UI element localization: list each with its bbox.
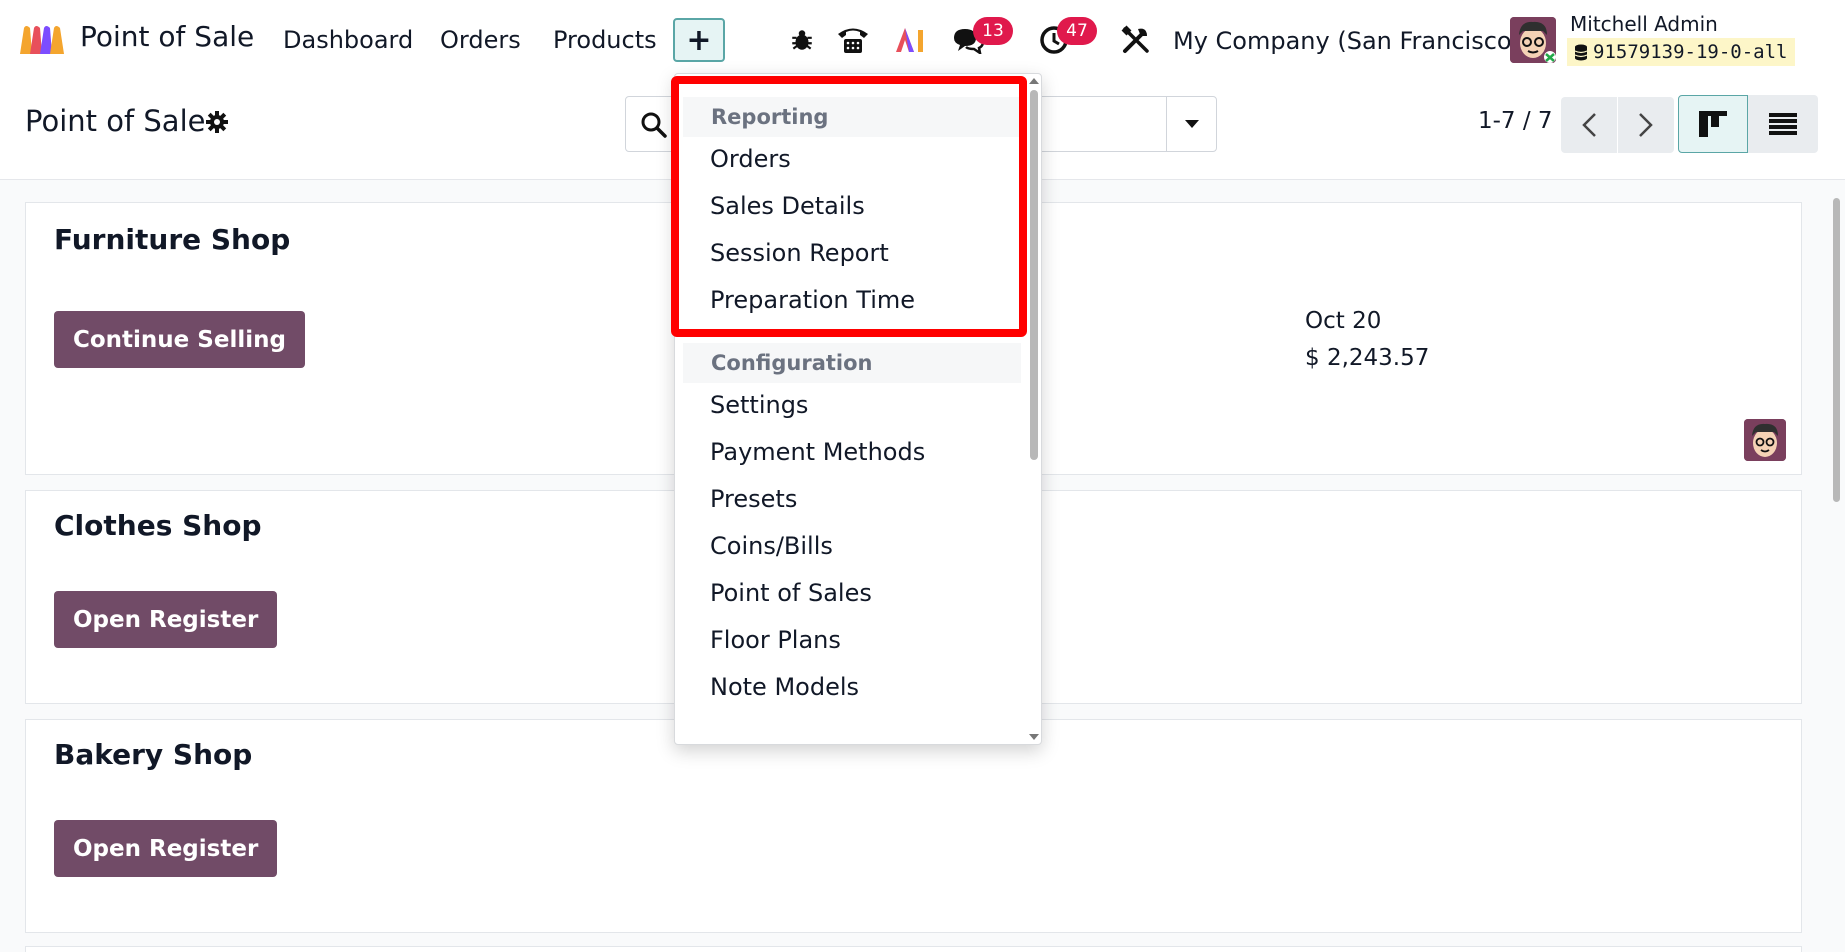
dropdown-scrollbar[interactable] <box>1027 74 1041 744</box>
pager-next-button[interactable] <box>1618 97 1674 153</box>
ai-icon[interactable] <box>893 22 929 58</box>
section-reporting: Reporting <box>683 97 1021 137</box>
gear-icon[interactable] <box>205 110 229 134</box>
database-name: 91579139-19-0-all <box>1567 38 1796 66</box>
list-icon <box>1769 113 1797 135</box>
main-scrollbar[interactable] <box>1830 180 1842 952</box>
menu-item-session-report[interactable]: Session Report <box>710 239 889 267</box>
app-name[interactable]: Point of Sale <box>80 20 254 53</box>
last-session-amount: $ 2,243.57 <box>1305 345 1430 371</box>
activity-badge: 47 <box>1057 17 1097 45</box>
pager-value[interactable]: 1-7 / 7 <box>1478 108 1553 134</box>
caret-down-icon <box>1184 120 1199 128</box>
menu-item-note-models[interactable]: Note Models <box>710 673 859 701</box>
scroll-down-arrow[interactable] <box>1029 734 1039 740</box>
menu-item-payment-methods[interactable]: Payment Methods <box>710 438 925 466</box>
pager-previous-button[interactable] <box>1561 97 1617 153</box>
database-icon <box>1574 44 1588 61</box>
menu-item-orders[interactable]: Orders <box>710 145 791 173</box>
menu-item-settings[interactable]: Settings <box>710 391 808 419</box>
menu-item-floor-plans[interactable]: Floor Plans <box>710 626 841 654</box>
menu-item-preparation-time[interactable]: Preparation Time <box>710 286 915 314</box>
responsible-avatar[interactable] <box>1744 419 1786 461</box>
menu-item-sales-details[interactable]: Sales Details <box>710 192 865 220</box>
user-avatar[interactable] <box>1510 17 1556 63</box>
tools-icon[interactable] <box>1118 22 1154 58</box>
pos-card-next <box>25 946 1802 952</box>
scroll-up-arrow[interactable] <box>1029 78 1039 84</box>
top-navbar: Point of Sale Dashboard Orders Products … <box>0 0 1845 80</box>
open-register-button[interactable]: Open Register <box>54 591 278 648</box>
kanban-view-button[interactable] <box>1678 95 1748 153</box>
menu-orders[interactable]: Orders <box>440 26 521 54</box>
search-options-toggle[interactable] <box>1166 97 1216 151</box>
card-title[interactable]: Clothes Shop <box>54 509 261 542</box>
last-session-date: Oct 20 <box>1305 308 1382 334</box>
list-view-button[interactable] <box>1748 95 1818 153</box>
search-icon <box>641 112 667 138</box>
chevron-right-icon <box>1639 113 1653 137</box>
chevron-left-icon <box>1582 113 1596 137</box>
database-name-text: 91579139-19-0-all <box>1593 41 1788 63</box>
section-configuration: Configuration <box>683 343 1021 383</box>
pos-card-bakery[interactable]: Bakery Shop Open Register <box>25 719 1802 933</box>
open-register-button[interactable]: Open Register <box>54 820 278 877</box>
menu-item-point-of-sales[interactable]: Point of Sales <box>710 579 872 607</box>
menu-dashboard[interactable]: Dashboard <box>283 26 413 54</box>
menu-item-coins-bills[interactable]: Coins/Bills <box>710 532 833 560</box>
kanban-icon <box>1699 111 1727 137</box>
card-title[interactable]: Furniture Shop <box>54 223 290 256</box>
page-title: Point of Sale <box>25 104 206 138</box>
phone-icon[interactable] <box>835 22 871 58</box>
card-title[interactable]: Bakery Shop <box>54 738 252 771</box>
more-menu-dropdown: Reporting Orders Sales Details Session R… <box>674 73 1042 745</box>
menu-item-presets[interactable]: Presets <box>710 485 797 513</box>
pos-app-icon[interactable] <box>18 22 66 58</box>
menu-products[interactable]: Products <box>553 26 657 54</box>
user-name[interactable]: Mitchell Admin <box>1570 12 1718 36</box>
more-menu-button[interactable]: + <box>673 18 725 62</box>
company-switcher[interactable]: My Company (San Francisco) <box>1173 27 1521 55</box>
bug-icon[interactable] <box>784 22 820 58</box>
main-scrollbar-thumb[interactable] <box>1833 198 1840 502</box>
chat-badge: 13 <box>973 17 1013 45</box>
dropdown-scrollbar-thumb[interactable] <box>1030 90 1038 460</box>
continue-selling-button[interactable]: Continue Selling <box>54 311 305 368</box>
